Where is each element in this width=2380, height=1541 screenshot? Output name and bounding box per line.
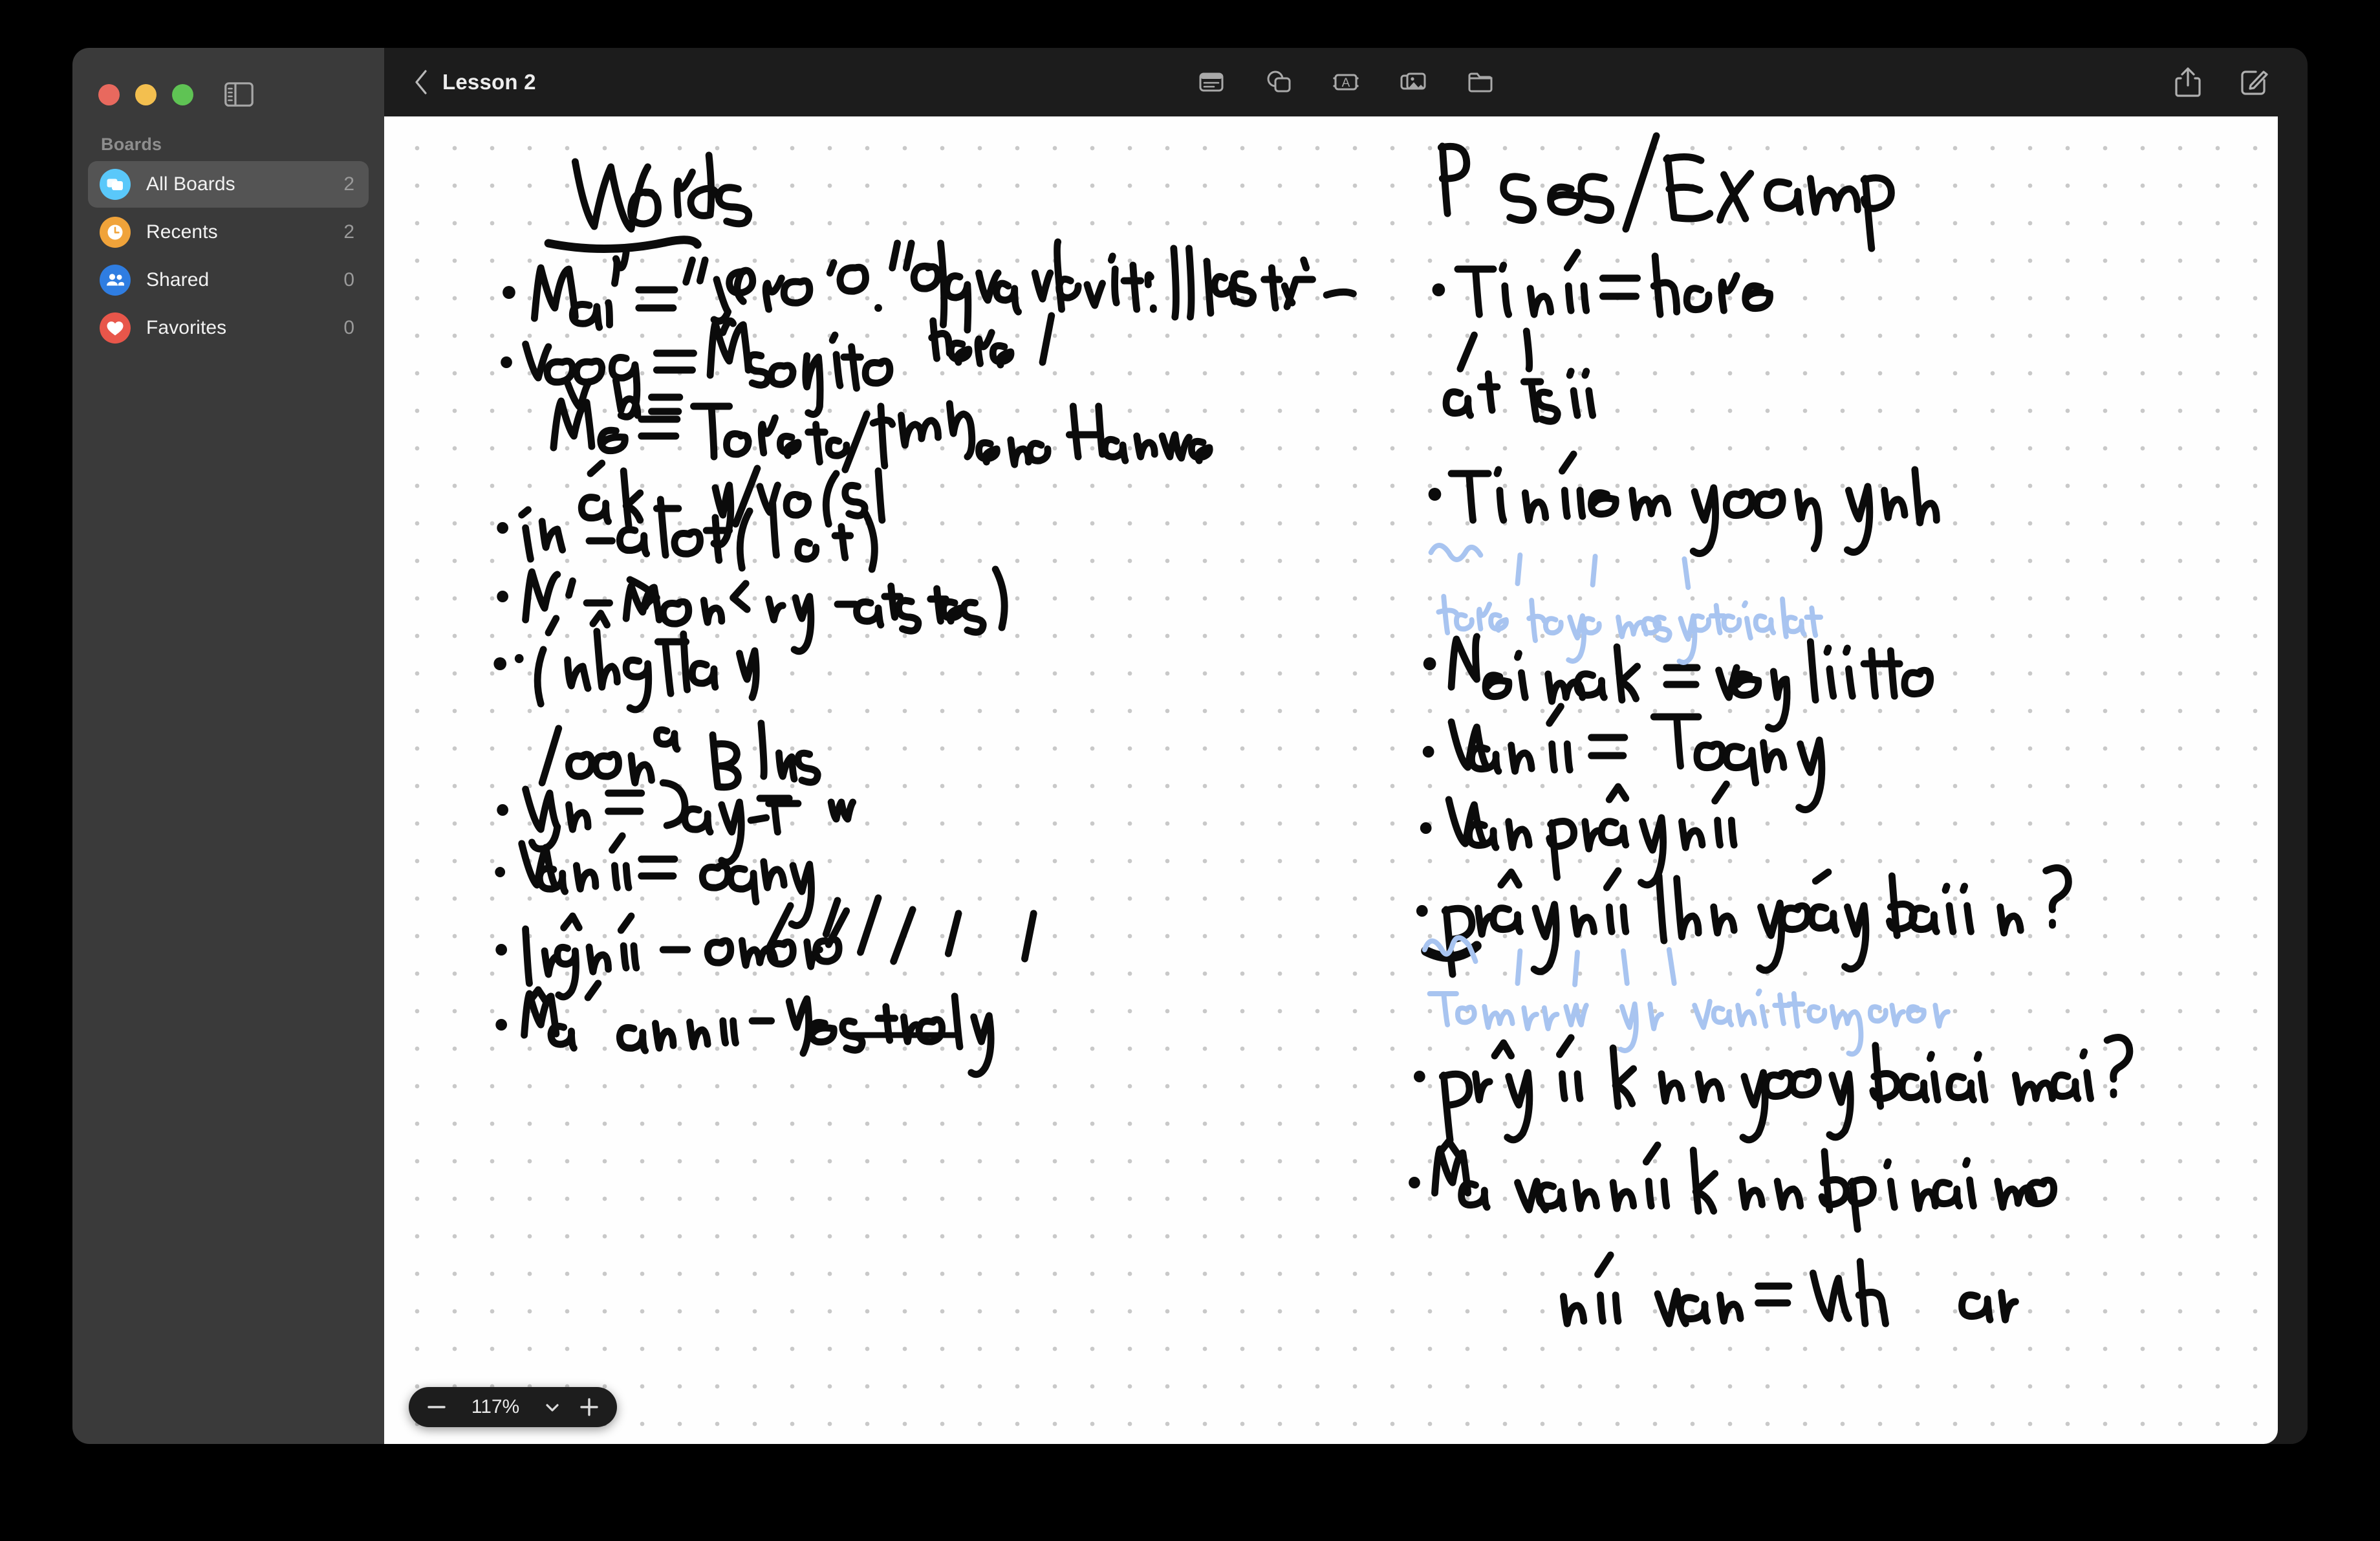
chevron-down-icon[interactable] xyxy=(543,1398,561,1416)
close-button[interactable] xyxy=(98,83,120,105)
sidebar-item-favorites[interactable]: Favorites 0 xyxy=(88,305,369,351)
sidebar: Boards All Boards 2 Recents 2 Shared 0 F… xyxy=(72,48,384,1444)
sidebar-toggle-icon[interactable] xyxy=(224,82,254,107)
sidebar-item-shared[interactable]: Shared 0 xyxy=(88,257,369,303)
ink-phrases-column xyxy=(1409,132,2134,1328)
whiteboard-canvas[interactable]: 117% xyxy=(384,116,2278,1444)
sidebar-item-count: 2 xyxy=(343,221,354,243)
sidebar-item-count: 0 xyxy=(343,317,354,338)
page-title: Lesson 2 xyxy=(442,70,536,94)
heart-icon xyxy=(100,312,131,344)
compose-icon[interactable] xyxy=(2236,65,2271,100)
text-box-icon[interactable]: A xyxy=(1328,65,1363,100)
app-window: Boards All Boards 2 Recents 2 Shared 0 F… xyxy=(72,48,2308,1444)
sidebar-section-label: Boards xyxy=(101,135,162,154)
zoom-out-button[interactable] xyxy=(426,1396,448,1418)
handwritten-ink-layer xyxy=(493,132,2134,1328)
toolbar-left: Lesson 2 xyxy=(384,69,536,95)
folder-icon[interactable] xyxy=(1463,65,1498,100)
people-icon xyxy=(100,265,131,296)
media-icon[interactable] xyxy=(1396,65,1431,100)
window-controls xyxy=(72,48,384,113)
clock-icon xyxy=(100,217,131,248)
boards-stack-icon xyxy=(100,169,131,200)
sidebar-item-all-boards[interactable]: All Boards 2 xyxy=(88,161,369,208)
chevron-left-icon[interactable] xyxy=(413,69,429,95)
sidebar-item-recents[interactable]: Recents 2 xyxy=(88,209,369,256)
shapes-icon[interactable] xyxy=(1261,65,1296,100)
sidebar-item-label: Favorites xyxy=(146,317,227,338)
sidebar-item-count: 0 xyxy=(343,269,354,290)
sidebar-item-label: All Boards xyxy=(146,173,235,195)
zoom-control[interactable]: 117% xyxy=(409,1387,617,1427)
toolbar-center-tools: A xyxy=(1194,65,1498,100)
toolbar: Lesson 2 A xyxy=(384,48,2308,116)
share-icon[interactable] xyxy=(2170,65,2205,100)
sticky-note-icon[interactable] xyxy=(1194,65,1229,100)
sidebar-item-label: Shared xyxy=(146,269,210,290)
zoom-level-value: 117% xyxy=(471,1396,520,1417)
sidebar-list: All Boards 2 Recents 2 Shared 0 Favorite… xyxy=(72,161,384,353)
ink-blue-annotations xyxy=(1422,543,1951,1057)
ink-words-column xyxy=(493,151,1357,1078)
main-area: Lesson 2 A 117% xyxy=(384,48,2308,1444)
sidebar-item-label: Recents xyxy=(146,221,218,243)
canvas-area: 117% xyxy=(384,116,2308,1444)
sidebar-item-count: 2 xyxy=(343,173,354,195)
minimize-button[interactable] xyxy=(135,83,157,105)
zoom-in-button[interactable] xyxy=(578,1396,600,1418)
toolbar-right-tools xyxy=(2170,65,2308,100)
maximize-button[interactable] xyxy=(172,83,193,105)
svg-text:A: A xyxy=(1342,76,1350,90)
